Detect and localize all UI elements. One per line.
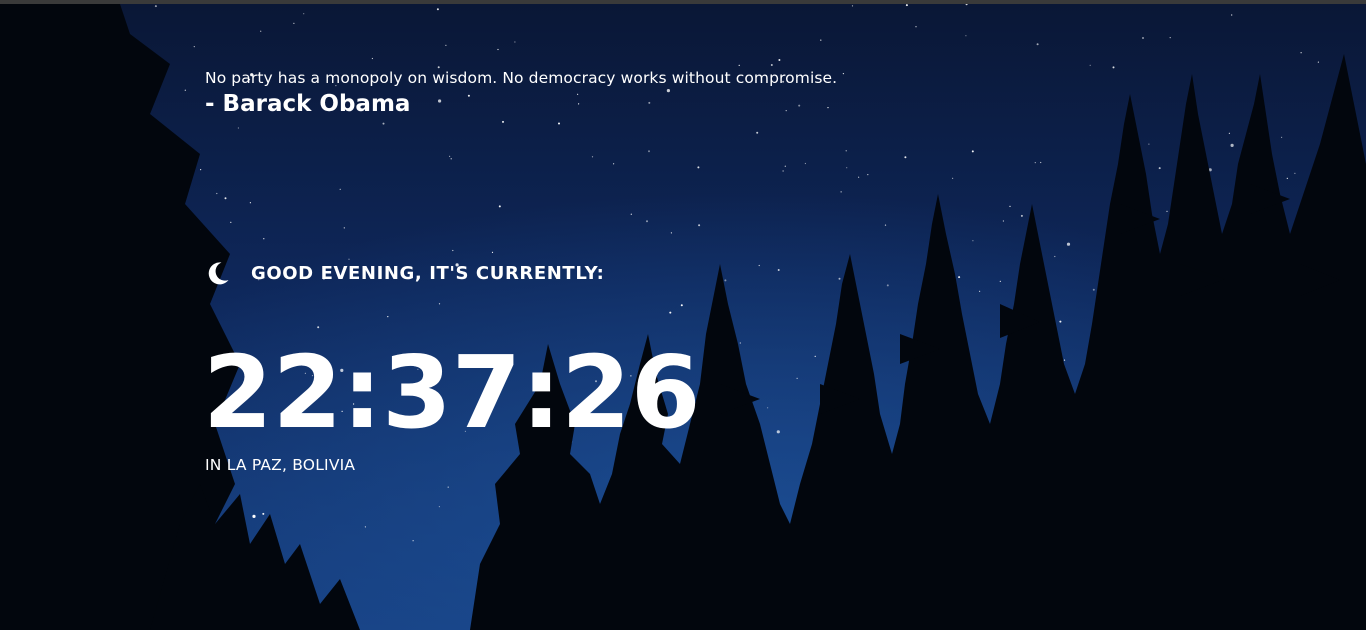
quote-text: No party has a monopoly on wisdom. No de…	[205, 69, 838, 87]
location-text: IN LA PAZ, BOLIVIA	[205, 456, 356, 474]
quote-author: - Barack Obama	[205, 91, 411, 117]
moon-icon	[205, 260, 231, 286]
window-top-edge	[0, 0, 1366, 4]
greeting-text: GOOD EVENING, IT'S CURRENTLY:	[251, 262, 605, 284]
greeting: GOOD EVENING, IT'S CURRENTLY:	[205, 258, 604, 288]
clock-time: 22:37:26	[203, 334, 701, 451]
main-content: No party has a monopoly on wisdom. No de…	[0, 0, 1366, 630]
